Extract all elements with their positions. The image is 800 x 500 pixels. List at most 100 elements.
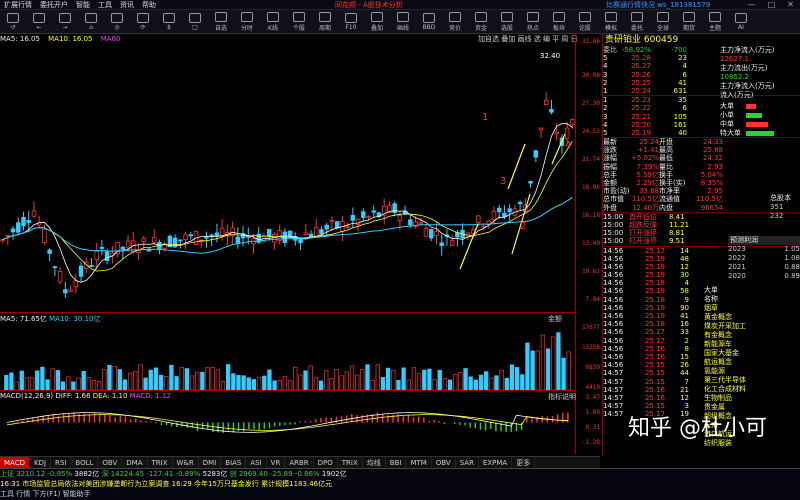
concept-item[interactable]: 有金概念 bbox=[700, 331, 800, 340]
toolbar-button[interactable]: 期货 bbox=[676, 11, 702, 33]
chart-action[interactable]: 周 bbox=[561, 35, 568, 43]
concept-item[interactable]: 黄金概念 bbox=[700, 313, 800, 322]
indicator-tab[interactable]: DPO bbox=[314, 457, 338, 468]
volume-bar bbox=[122, 379, 128, 390]
toolbar-button[interactable]: 竞价 bbox=[442, 11, 468, 33]
toolbar-button[interactable]: → bbox=[52, 11, 78, 33]
toolbar-icon bbox=[189, 12, 201, 23]
stat-cell: 内盘 bbox=[659, 203, 673, 212]
volume-bar bbox=[298, 374, 303, 390]
toolbar-button[interactable]: 个股 bbox=[286, 11, 312, 33]
toolbar-button[interactable]: 全球 bbox=[650, 11, 676, 33]
indicator-tab[interactable]: SAR bbox=[456, 457, 479, 468]
toolbar-button[interactable]: 画线 bbox=[390, 11, 416, 33]
indicator-tab[interactable]: W&R bbox=[173, 457, 199, 468]
concept-item[interactable]: 名称 bbox=[700, 295, 800, 304]
toolbar-button[interactable]: 分时 bbox=[234, 11, 260, 33]
menu-item-3[interactable]: 工具 bbox=[94, 0, 116, 10]
indicator-tab[interactable]: VR bbox=[267, 457, 286, 468]
indicator-tab[interactable]: RSI bbox=[51, 457, 72, 468]
indicator-tab[interactable]: BOLL bbox=[71, 457, 99, 468]
toolbar-button[interactable]: 论股 bbox=[572, 11, 598, 33]
toolbar-button[interactable]: ◎ bbox=[104, 11, 130, 33]
stat-cell: 2.93 bbox=[707, 162, 723, 171]
indicator-tab[interactable]: MTM bbox=[406, 457, 432, 468]
close-icon[interactable]: ✕ bbox=[787, 0, 794, 9]
chart-action[interactable]: 编 bbox=[543, 35, 550, 43]
menu-item-4[interactable]: 资讯 bbox=[116, 0, 138, 10]
toolbar-button[interactable]: F10 bbox=[338, 11, 364, 33]
toolbar-button[interactable]: ↺ bbox=[0, 11, 26, 33]
toolbar-button[interactable]: 资金 bbox=[468, 11, 494, 33]
toolbar-button[interactable]: 选股 bbox=[494, 11, 520, 33]
event-row[interactable]: 15:00 超跌反弹 11.21 bbox=[603, 221, 800, 229]
toolbar-button[interactable]: 模拟 bbox=[598, 11, 624, 33]
volume-bar bbox=[287, 380, 293, 390]
indicator-tab[interactable]: DMI bbox=[199, 457, 222, 468]
minimize-icon[interactable]: — bbox=[748, 0, 756, 9]
menu-item-5[interactable]: 帮助 bbox=[138, 0, 160, 10]
flow-value: 12627.1 bbox=[720, 55, 749, 63]
chart-action[interactable]: 选 bbox=[534, 35, 541, 43]
macd-tag[interactable]: 指标说明 bbox=[548, 392, 576, 402]
toolbar-button[interactable]: ⟳ bbox=[130, 11, 156, 33]
concept-item[interactable]: 烟草 bbox=[700, 304, 800, 313]
toolbar-button[interactable]: BBD bbox=[416, 11, 442, 33]
status-tools[interactable]: 工具 行情 下方(F1) 智能助手 bbox=[0, 489, 800, 499]
concept-item[interactable]: 第三代半导体 bbox=[700, 376, 800, 385]
concept-item[interactable]: 国家大基金 bbox=[700, 349, 800, 358]
toolbar-button[interactable]: K线 bbox=[260, 11, 286, 33]
indicator-tab[interactable]: DMA bbox=[122, 457, 148, 468]
volume-bar bbox=[406, 379, 411, 390]
indicator-tab[interactable]: ARBR bbox=[285, 457, 314, 468]
toolbar-button[interactable]: ⌂ bbox=[78, 11, 104, 33]
toolbar-button[interactable]: 自选 bbox=[208, 11, 234, 33]
concept-item[interactable]: 化工合成材料 bbox=[700, 385, 800, 394]
menu-item-2[interactable]: 智能 bbox=[72, 0, 94, 10]
news-ticker[interactable]: 16:31 市场监管总局依法对美团涉嫌垄断行为立案调查 16:29 今年15万只… bbox=[0, 479, 800, 489]
vol-tag[interactable]: 金额 bbox=[548, 314, 562, 324]
toolbar-button[interactable]: 叠加 bbox=[364, 11, 390, 33]
chart-action[interactable]: 画线 bbox=[517, 35, 531, 43]
indicator-tab[interactable]: 均线 bbox=[363, 457, 386, 468]
indicator-tab[interactable]: BIAS bbox=[221, 457, 247, 468]
tick-t: 14:56 bbox=[603, 279, 624, 288]
indicator-tab[interactable]: BBI bbox=[386, 457, 407, 468]
toolbar-button[interactable]: ← bbox=[26, 11, 52, 33]
indicator-tab[interactable]: OBV bbox=[432, 457, 456, 468]
chart-action[interactable]: 平 bbox=[552, 35, 559, 43]
maximize-icon[interactable]: □ bbox=[768, 0, 776, 9]
concept-item[interactable]: 生物制品 bbox=[700, 394, 800, 403]
toolbar-button[interactable]: $ bbox=[156, 11, 182, 33]
indicator-tab[interactable]: EXPMA bbox=[479, 457, 513, 468]
menu-item-1[interactable]: 委托开户 bbox=[36, 0, 72, 10]
indicator-tab[interactable]: OBV bbox=[98, 457, 123, 468]
indicator-tab[interactable]: ASI bbox=[246, 457, 267, 468]
toolbar-button[interactable]: 周期 bbox=[312, 11, 338, 33]
toolbar-button-label: ↺ bbox=[10, 23, 16, 31]
indicator-tab[interactable]: 更多 bbox=[512, 457, 536, 468]
indicator-tab[interactable]: KDJ bbox=[30, 457, 52, 468]
concept-item[interactable]: 大单 bbox=[700, 286, 800, 295]
chart-action[interactable]: 叠加 bbox=[501, 35, 515, 43]
forecast-title[interactable]: 预测利润 bbox=[728, 236, 800, 245]
menu-item-0[interactable]: 扩展行情 bbox=[0, 0, 36, 10]
volume-bar bbox=[525, 342, 530, 390]
chart-action[interactable]: 加自选 bbox=[478, 35, 499, 43]
indicator-tab[interactable]: MACD bbox=[0, 457, 30, 468]
concept-item[interactable]: 氢能源 bbox=[700, 367, 800, 376]
toolbar-button[interactable]: AI bbox=[728, 11, 754, 33]
toolbar-button[interactable]: 委托 bbox=[624, 11, 650, 33]
right-value: 232 bbox=[770, 212, 784, 220]
candlestick-chart[interactable]: 1 2 3 4 32.40 bbox=[0, 44, 575, 298]
concept-item[interactable]: 煤炭开采加工 bbox=[700, 322, 800, 331]
toolbar-button[interactable]: 热点 bbox=[520, 11, 546, 33]
user-info[interactable]: 比赛通行情快况 ws_181381579 bbox=[606, 0, 710, 10]
concept-item[interactable]: 新能源车 bbox=[700, 340, 800, 349]
concept-item[interactable]: 航运概念 bbox=[700, 358, 800, 367]
indicator-tab[interactable]: TRIX bbox=[148, 457, 173, 468]
toolbar-button[interactable]: □ bbox=[182, 11, 208, 33]
toolbar-button[interactable]: 主题 bbox=[702, 11, 728, 33]
indicator-tab[interactable]: TRIX bbox=[338, 457, 363, 468]
toolbar-button[interactable]: 板块 bbox=[546, 11, 572, 33]
